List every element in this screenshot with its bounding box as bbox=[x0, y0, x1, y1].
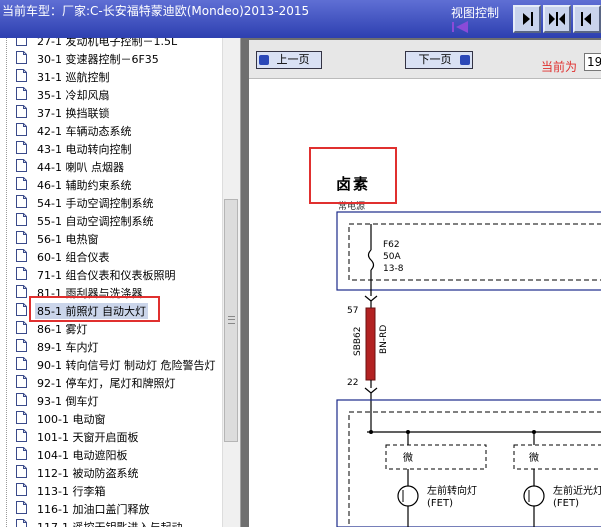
module-right-label: 微 bbox=[529, 451, 539, 464]
heading-highlight bbox=[309, 147, 397, 204]
fuse-name: F62 bbox=[383, 240, 400, 250]
fet-box-right bbox=[513, 444, 601, 470]
right-lamp-label: 左前近光灯 bbox=[553, 484, 601, 497]
fuse-rating: 50A bbox=[383, 252, 401, 262]
fet-symbol-right bbox=[523, 485, 545, 507]
connector-bottom bbox=[364, 387, 378, 394]
left-lamp-label: 左前转向灯 bbox=[427, 484, 477, 497]
fuse-location: 13-8 bbox=[383, 264, 404, 274]
fet-symbol-left bbox=[397, 485, 419, 507]
splice-label: SBB62 bbox=[353, 326, 363, 356]
wire-color-label: BN-RD bbox=[379, 325, 389, 354]
connector-top bbox=[364, 295, 378, 302]
wiring-diagram: F62 50A 13-8 57 22 SBB62 BN-RD 微 微 左前转向灯… bbox=[336, 211, 601, 527]
fet-left-label: (FET) bbox=[427, 498, 453, 509]
fuse-symbol bbox=[367, 249, 375, 271]
pin-bottom-number: 22 bbox=[347, 378, 358, 388]
fet-box-left bbox=[385, 444, 487, 470]
pin-top-number: 57 bbox=[347, 306, 358, 316]
fet-right-label: (FET) bbox=[553, 498, 579, 509]
wire-bn-rd bbox=[365, 307, 376, 381]
module-left-label: 微 bbox=[403, 451, 413, 464]
